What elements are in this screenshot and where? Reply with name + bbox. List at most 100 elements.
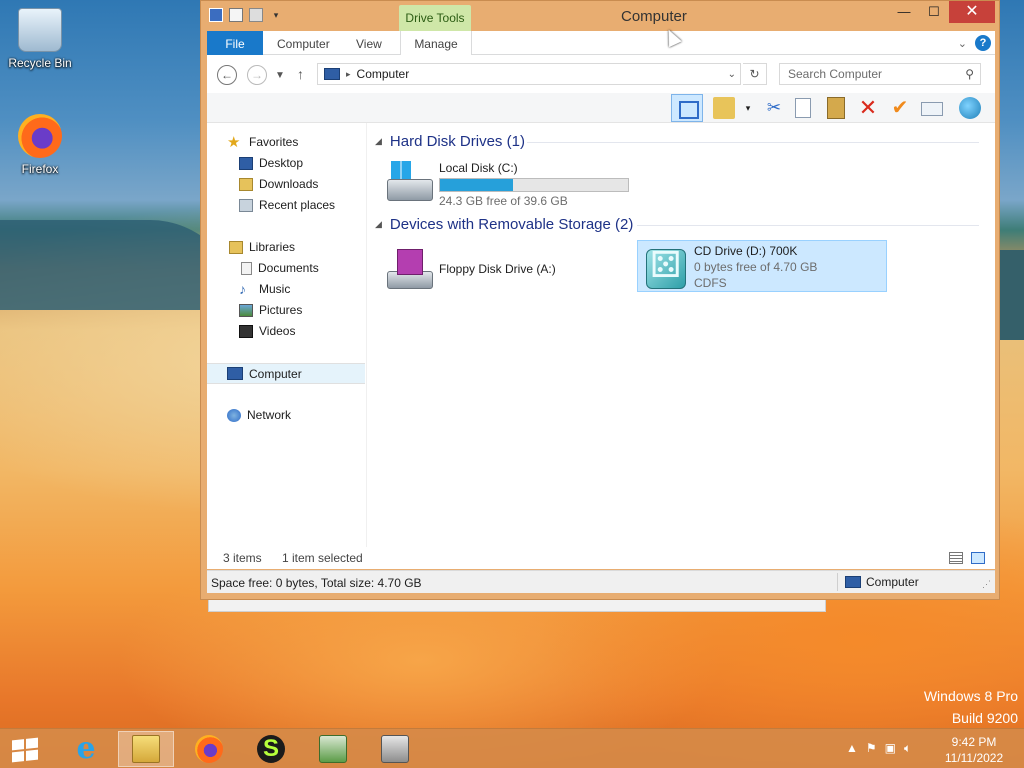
network-tray-icon[interactable]: ▣ bbox=[885, 741, 896, 756]
group-header-removable[interactable]: ◢ Devices with Removable Storage (2) bbox=[375, 216, 633, 233]
desktop-icon bbox=[239, 156, 253, 170]
network-globe-icon[interactable] bbox=[959, 97, 981, 119]
taskbar-internet-explorer[interactable]: e bbox=[58, 731, 114, 767]
new-folder-icon[interactable] bbox=[249, 8, 263, 22]
tab-view[interactable]: View bbox=[342, 31, 396, 55]
collapse-triangle-icon[interactable]: ◢ bbox=[375, 136, 382, 147]
pictures-icon bbox=[239, 303, 253, 317]
downloads-icon bbox=[239, 177, 253, 191]
nav-label: Music bbox=[259, 282, 291, 296]
large-icons-view-icon[interactable] bbox=[971, 552, 985, 564]
details-view-icon[interactable] bbox=[949, 552, 963, 564]
folder-options-icon[interactable] bbox=[713, 97, 735, 119]
floppy-disk-icon bbox=[385, 245, 433, 291]
nav-label: Favorites bbox=[249, 135, 299, 149]
nav-label: Desktop bbox=[259, 156, 304, 170]
music-note-icon: ♪ bbox=[239, 280, 246, 297]
nav-videos[interactable]: Videos bbox=[207, 321, 365, 341]
divider bbox=[837, 573, 838, 591]
action-center-flag-icon[interactable]: ⚑ bbox=[866, 741, 877, 756]
recycle-bin-desktop-icon[interactable]: Recycle Bin bbox=[0, 8, 80, 70]
nav-downloads[interactable]: Downloads bbox=[207, 174, 365, 194]
tab-manage[interactable]: Manage bbox=[400, 31, 472, 55]
search-icon: ⚲ bbox=[965, 67, 974, 81]
help-icon[interactable]: ? bbox=[975, 35, 991, 51]
customize-chevron-icon[interactable]: ▾ bbox=[269, 8, 283, 22]
nav-favorites[interactable]: ★ Favorites bbox=[207, 132, 365, 152]
drive-free-space: 0 bytes free of 4.70 GB bbox=[694, 260, 818, 274]
command-toolbar: ▾ ✂ ✕ ✔ bbox=[207, 93, 995, 123]
nav-label: Videos bbox=[259, 324, 296, 338]
paste-icon[interactable] bbox=[827, 97, 845, 119]
clock[interactable]: 9:42 PM 11/11/2022 bbox=[944, 734, 1004, 766]
preview-pane-icon[interactable] bbox=[671, 94, 703, 122]
firefox-icon bbox=[18, 114, 62, 158]
drive-name: CD Drive (D:) 700K bbox=[694, 244, 798, 258]
tab-file[interactable]: File bbox=[207, 31, 263, 55]
address-field[interactable]: ▸ Computer ⌄ bbox=[317, 63, 741, 85]
resize-grip-icon[interactable]: ⋰ bbox=[982, 579, 991, 590]
internet-explorer-icon: e bbox=[76, 731, 96, 766]
navigation-pane: ★ Favorites Desktop Downloads Recent pla… bbox=[207, 123, 367, 547]
properties-icon[interactable] bbox=[229, 8, 243, 22]
nav-label: Computer bbox=[249, 366, 302, 381]
taskbar-utility-app[interactable] bbox=[305, 731, 361, 767]
quick-access-toolbar: ▾ bbox=[209, 8, 283, 22]
back-button[interactable]: ← bbox=[217, 65, 237, 85]
properties-check-icon[interactable]: ✔ bbox=[889, 97, 911, 119]
nav-network[interactable]: Network bbox=[207, 405, 365, 425]
tab-computer[interactable]: Computer bbox=[263, 31, 344, 55]
address-dropdown-icon[interactable]: ⌄ bbox=[728, 69, 736, 80]
collapse-triangle-icon[interactable]: ◢ bbox=[375, 219, 382, 230]
nav-pictures[interactable]: Pictures bbox=[207, 300, 365, 320]
recycle-bin-icon bbox=[18, 8, 62, 52]
folder-options-dropdown-icon[interactable]: ▾ bbox=[743, 97, 753, 119]
watermark-line: Windows 8 Pro bbox=[923, 688, 1018, 704]
firefox-desktop-icon[interactable]: Firefox bbox=[0, 114, 80, 176]
rename-icon[interactable] bbox=[921, 102, 943, 116]
clock-date: 11/11/2022 bbox=[944, 751, 1004, 765]
drive-floppy-a[interactable]: Floppy Disk Drive (A:) bbox=[385, 243, 625, 293]
computer-icon bbox=[845, 576, 861, 588]
cut-icon[interactable]: ✂ bbox=[763, 97, 785, 119]
title-bar[interactable]: ▾ Drive Tools Computer — ☐ ✕ bbox=[201, 1, 999, 31]
space-summary: Space free: 0 bytes, Total size: 4.70 GB bbox=[211, 576, 422, 590]
recent-locations-chevron-icon[interactable]: ▼ bbox=[275, 67, 285, 85]
nav-recent-places[interactable]: Recent places bbox=[207, 195, 365, 215]
volume-icon[interactable]: 🔈︎ bbox=[904, 741, 911, 756]
window-menu-icon[interactable] bbox=[209, 8, 223, 22]
hard-disk-icon bbox=[385, 159, 433, 205]
taskbar-s-app[interactable]: S bbox=[243, 731, 299, 767]
network-icon bbox=[227, 408, 241, 422]
group-header-hard-disk[interactable]: ◢ Hard Disk Drives (1) bbox=[375, 133, 525, 150]
maximize-button[interactable]: ☐ bbox=[919, 1, 949, 23]
group-title: Hard Disk Drives (1) bbox=[389, 133, 525, 150]
minimize-button[interactable]: — bbox=[889, 1, 919, 23]
up-button[interactable]: ↑ bbox=[297, 65, 304, 83]
desktop-icon-label: Recycle Bin bbox=[8, 56, 72, 70]
refresh-button[interactable]: ↻ bbox=[743, 63, 767, 85]
breadcrumb-separator-icon[interactable]: ▸ bbox=[346, 69, 351, 80]
drive-local-disk-c[interactable]: Local Disk (C:) 24.3 GB free of 39.6 GB bbox=[385, 159, 629, 209]
drive-cd-d[interactable]: CD Drive (D:) 700K 0 bytes free of 4.70 … bbox=[637, 240, 887, 292]
delete-icon[interactable]: ✕ bbox=[857, 97, 879, 119]
copy-icon[interactable] bbox=[795, 98, 811, 118]
taskbar-firefox[interactable] bbox=[181, 731, 237, 767]
nav-documents[interactable]: Documents bbox=[207, 258, 365, 278]
search-input[interactable]: Search Computer ⚲ bbox=[779, 63, 981, 85]
nav-music[interactable]: ♪ Music bbox=[207, 279, 365, 299]
close-button[interactable]: ✕ bbox=[949, 1, 995, 23]
breadcrumb-computer[interactable]: Computer bbox=[357, 67, 410, 81]
show-hidden-icons-chevron-icon[interactable]: ▲ bbox=[846, 741, 858, 756]
search-placeholder: Search Computer bbox=[788, 67, 883, 81]
videos-icon bbox=[239, 324, 253, 338]
nav-desktop[interactable]: Desktop bbox=[207, 153, 365, 173]
start-button[interactable] bbox=[12, 737, 38, 763]
taskbar-file-explorer[interactable] bbox=[118, 731, 174, 767]
expand-ribbon-chevron-icon[interactable]: ⌄ bbox=[958, 37, 967, 50]
taskbar-tool-app[interactable] bbox=[367, 731, 423, 767]
nav-computer[interactable]: Computer bbox=[207, 363, 365, 384]
drive-name: Local Disk (C:) bbox=[439, 161, 518, 175]
nav-libraries[interactable]: Libraries bbox=[207, 237, 365, 257]
forward-button[interactable]: → bbox=[247, 65, 267, 85]
